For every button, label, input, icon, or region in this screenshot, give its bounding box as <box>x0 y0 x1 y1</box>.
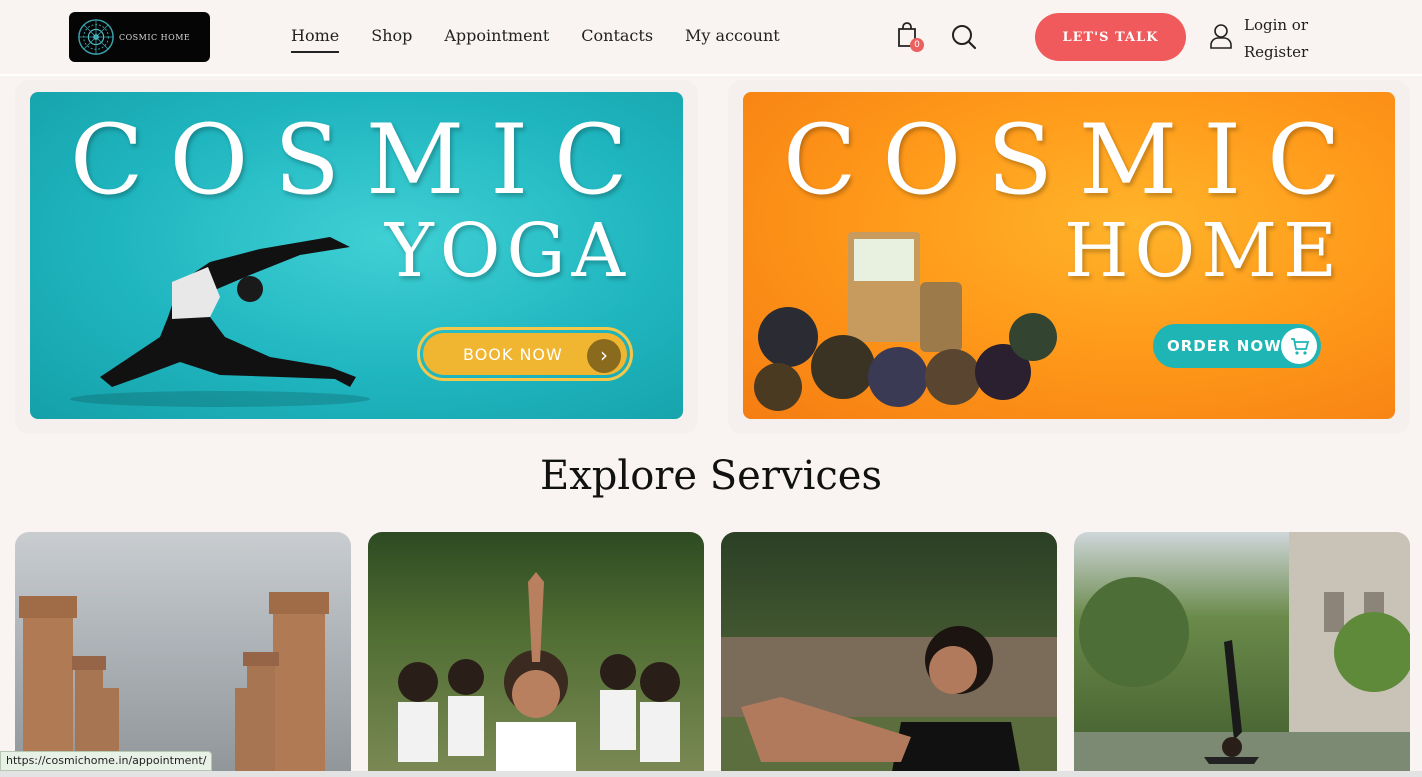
nav-my-account[interactable]: My account <box>685 26 780 53</box>
cart-count-badge: 0 <box>910 38 924 52</box>
home-banner[interactable]: COSMIC HOME ORDER NOW <box>743 92 1395 419</box>
search-icon <box>952 25 977 50</box>
order-now-button[interactable]: ORDER NOW <box>1153 324 1321 368</box>
order-now-label: ORDER NOW <box>1167 337 1282 355</box>
yoga-banner-title: COSMIC <box>70 104 654 216</box>
logo-text: COSMIC HOME <box>119 32 191 42</box>
yoga-banner[interactable]: COSMIC YOGA BOOK NOW › <box>30 92 683 419</box>
service-card-2[interactable] <box>368 532 704 777</box>
explore-services-heading: Explore Services <box>540 453 882 499</box>
nav-appointment[interactable]: Appointment <box>444 26 549 53</box>
status-bar-url: https://cosmichome.in/appointment/ <box>0 751 213 771</box>
woman-stretching-photo <box>721 626 1057 777</box>
yoga-pose-figure <box>70 237 370 407</box>
main-nav: Home Shop Appointment Contacts My accoun… <box>291 26 780 53</box>
yoga-banner-subtitle: YOGA <box>384 208 631 294</box>
nav-shop[interactable]: Shop <box>371 26 412 53</box>
login-text: Login or <box>1243 16 1309 34</box>
horizontal-scrollbar[interactable] <box>0 771 1422 777</box>
book-now-button[interactable]: BOOK NOW › <box>417 327 633 381</box>
service-card-1[interactable] <box>15 532 351 777</box>
home-banner-title: COSMIC <box>783 104 1367 216</box>
search-button[interactable] <box>951 24 977 50</box>
home-banner-subtitle: HOME <box>1064 208 1343 294</box>
nav-contacts[interactable]: Contacts <box>581 26 653 53</box>
pillars-photo <box>19 592 329 777</box>
cart-button[interactable]: 0 <box>896 22 924 52</box>
site-logo[interactable]: COSMIC HOME <box>69 12 210 62</box>
home-banner-container: COSMIC HOME ORDER NOW <box>728 80 1410 434</box>
mandala-logo-icon <box>78 19 114 55</box>
service-card-3[interactable] <box>721 532 1057 777</box>
register-text: Register <box>1243 43 1309 61</box>
service-card-4[interactable] <box>1074 532 1410 777</box>
yoga-banner-container: COSMIC YOGA BOOK NOW › <box>15 80 698 434</box>
lets-talk-button[interactable]: LET'S TALK <box>1035 13 1186 61</box>
chevron-right-icon: › <box>587 339 621 373</box>
site-header: COSMIC HOME Home Shop Appointment Contac… <box>0 0 1422 76</box>
outdoor-yoga-photo <box>1074 532 1410 777</box>
kids-yoga-photo <box>398 572 680 777</box>
user-icon[interactable] <box>1209 23 1233 49</box>
spice-jars-image <box>754 232 1057 411</box>
nav-home[interactable]: Home <box>291 26 340 53</box>
login-register-link[interactable]: Login or Register <box>1240 12 1312 66</box>
cart-icon <box>1281 328 1317 364</box>
